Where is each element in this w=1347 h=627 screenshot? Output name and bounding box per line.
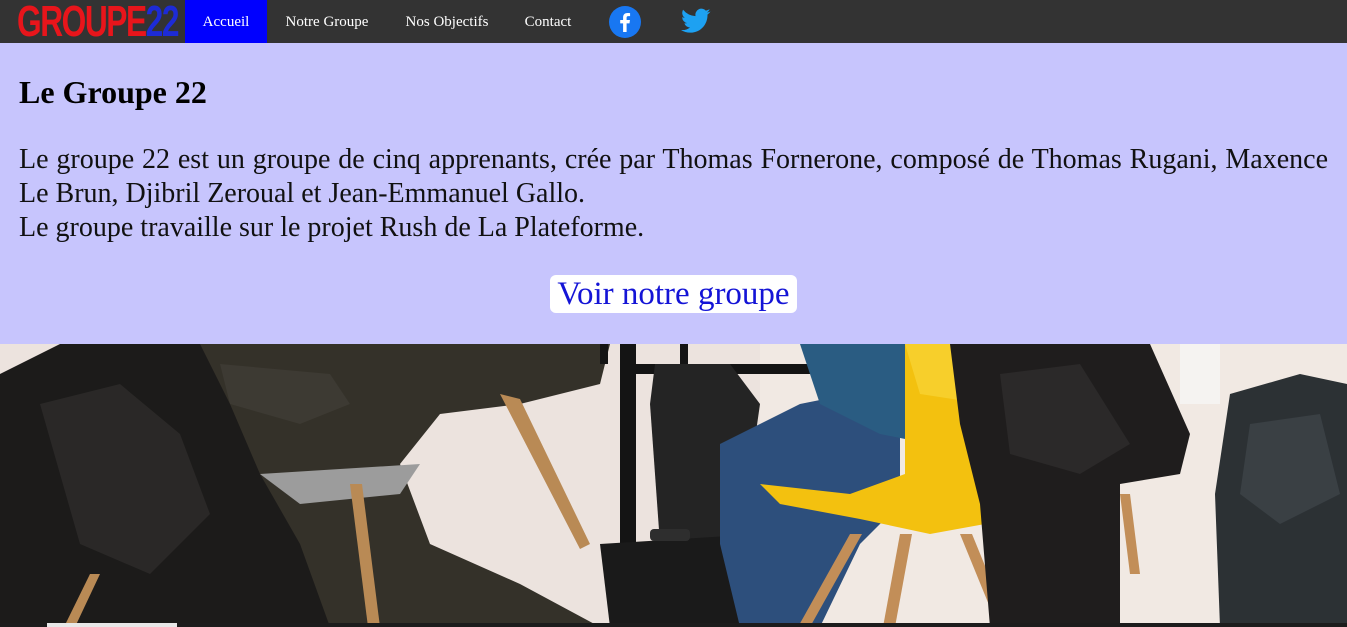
nav-item-notre-groupe[interactable]: Notre Groupe [267,0,387,43]
brand-logo[interactable]: GROUPE22 [17,0,180,46]
page-title: Le Groupe 22 [19,74,207,110]
intro-line-1: Le groupe 22 est un groupe de cinq appre… [19,144,1328,209]
intro-line-2: Le groupe travaille sur le projet Rush d… [19,212,645,243]
voir-notre-groupe-button[interactable]: Voir notre groupe [550,275,797,313]
brand-logo-part1: GROUPE [17,0,147,46]
nav-item-accueil[interactable]: Accueil [185,0,267,43]
nav-item-contact[interactable]: Contact [507,0,589,43]
hero-photo [0,344,1347,627]
intro-paragraph: Le groupe 22 est un groupe de cinq appre… [19,143,1328,245]
navbar: GROUPE22 Accueil Notre Groupe Nos Object… [0,0,1347,46]
nav-item-nos-objectifs[interactable]: Nos Objectifs [387,0,507,43]
twitter-icon[interactable] [681,7,711,35]
brand-logo-part2: 22 [145,0,180,46]
facebook-icon[interactable] [609,6,641,38]
